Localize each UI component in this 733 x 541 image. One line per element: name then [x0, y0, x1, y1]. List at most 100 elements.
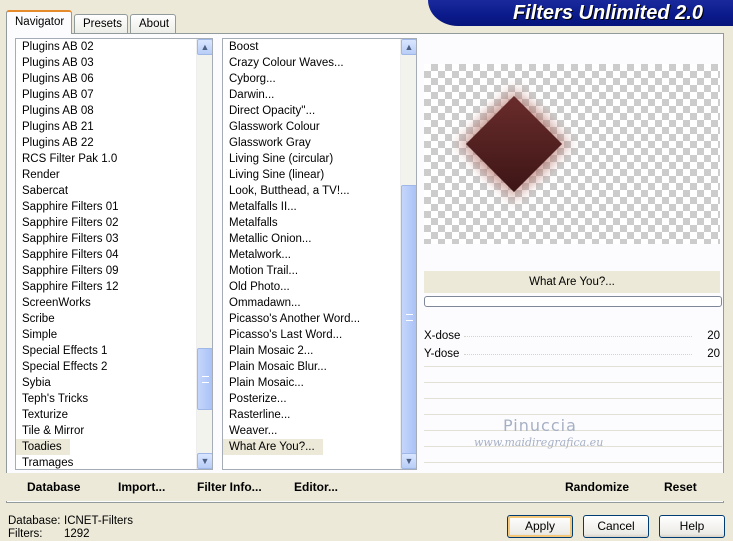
filter-info-button[interactable]: Filter Info...	[197, 473, 262, 501]
category-list-item[interactable]: Teph's Tricks	[16, 391, 196, 407]
category-list-item[interactable]: Sabercat	[16, 183, 196, 199]
filter-list-item[interactable]: Plain Mosaic 2...	[223, 343, 400, 359]
status-database: Database: ICNET-Filters	[8, 515, 133, 528]
apply-button[interactable]: Apply	[507, 515, 573, 538]
param-value: 20	[707, 330, 720, 342]
filter-list-item[interactable]: Metallic Onion...	[223, 231, 400, 247]
filter-list-item[interactable]: Metalwork...	[223, 247, 400, 263]
category-list-item[interactable]: Scribe	[16, 311, 196, 327]
filter-list-item[interactable]: Living Sine (circular)	[223, 151, 400, 167]
filter-list[interactable]: Boost Crazy Colour Waves... Cyborg... Darwi…	[222, 38, 417, 470]
tab-presets[interactable]: Presets	[74, 14, 128, 34]
filter-list-item[interactable]: Glasswork Gray	[223, 135, 400, 151]
filter-scrollbar[interactable]: ▲ ▼	[400, 39, 416, 469]
scroll-thumb[interactable]	[401, 185, 416, 455]
scroll-up-icon[interactable]: ▲	[401, 39, 416, 55]
watermark-url: www.maidiregrafica.eu	[474, 436, 604, 449]
status-filters: Filters: 1292	[8, 528, 90, 541]
filter-list-item[interactable]: Metalfalls	[223, 215, 400, 231]
category-items: Plugins AB 02 Plugins AB 03 Plugins AB 06 P…	[16, 39, 196, 469]
param-slider[interactable]	[464, 354, 692, 355]
category-list-item[interactable]: Tramages	[16, 455, 196, 469]
preview-canvas	[424, 64, 720, 244]
scroll-grip-icon	[406, 314, 413, 321]
category-list-item[interactable]: Sapphire Filters 12	[16, 279, 196, 295]
filter-list-item[interactable]: Plain Mosaic Blur...	[223, 359, 400, 375]
action-bar: Database Import... Filter Info... Editor…	[6, 473, 724, 501]
filter-list-item[interactable]: Picasso's Last Word...	[223, 327, 400, 343]
category-list-item[interactable]: Special Effects 1	[16, 343, 196, 359]
category-list-item[interactable]: Tile & Mirror	[16, 423, 196, 439]
category-list-item[interactable]: Plugins AB 22	[16, 135, 196, 151]
status-label: Filters:	[8, 528, 43, 540]
filter-list-item[interactable]: Picasso's Another Word...	[223, 311, 400, 327]
category-list-item[interactable]: Sapphire Filters 04	[16, 247, 196, 263]
category-list-item[interactable]: Render	[16, 167, 196, 183]
category-list-item[interactable]: Special Effects 2	[16, 359, 196, 375]
filter-list-item[interactable]: Look, Butthead, a TV!...	[223, 183, 400, 199]
filter-list-item[interactable]: Motion Trail...	[223, 263, 400, 279]
category-list-item[interactable]: Plugins AB 07	[16, 87, 196, 103]
category-list-item[interactable]: Plugins AB 06	[16, 71, 196, 87]
scroll-down-icon[interactable]: ▼	[401, 453, 416, 469]
filter-list-item[interactable]: Ommadawn...	[223, 295, 400, 311]
category-scrollbar[interactable]: ▲ ▼	[196, 39, 212, 469]
filter-list-item[interactable]: Old Photo...	[223, 279, 400, 295]
filter-list-item[interactable]: Posterize...	[223, 391, 400, 407]
param-x-dose[interactable]: X-dose 20	[424, 328, 722, 345]
status-label: Database:	[8, 515, 61, 527]
category-list-item[interactable]: Sapphire Filters 02	[16, 215, 196, 231]
param-label: Y-dose	[424, 348, 460, 360]
category-list-item[interactable]: Plugins AB 03	[16, 55, 196, 71]
tab-navigator[interactable]: Navigator	[6, 10, 72, 34]
category-list-item[interactable]: Toadies	[16, 439, 70, 455]
category-list[interactable]: Plugins AB 02 Plugins AB 03 Plugins AB 06 P…	[15, 38, 213, 470]
import-button[interactable]: Import...	[118, 473, 165, 501]
status-value: 1292	[64, 528, 90, 540]
scroll-grip-icon	[202, 376, 209, 383]
filter-list-item[interactable]: Weaver...	[223, 423, 400, 439]
filter-list-item[interactable]: Darwin...	[223, 87, 400, 103]
category-list-item[interactable]: RCS Filter Pak 1.0	[16, 151, 196, 167]
filter-items: Boost Crazy Colour Waves... Cyborg... Darwi…	[223, 39, 400, 455]
category-list-item[interactable]: Simple	[16, 327, 196, 343]
category-list-item[interactable]: ScreenWorks	[16, 295, 196, 311]
param-y-dose[interactable]: Y-dose 20	[424, 346, 722, 363]
filter-list-item[interactable]: Metalfalls II...	[223, 199, 400, 215]
filter-list-item[interactable]: Living Sine (linear)	[223, 167, 400, 183]
progress-bar	[424, 296, 722, 307]
category-list-item[interactable]: Sapphire Filters 09	[16, 263, 196, 279]
param-slot	[424, 382, 722, 383]
scroll-down-icon[interactable]: ▼	[197, 453, 212, 469]
category-list-item[interactable]: Sapphire Filters 01	[16, 199, 196, 215]
category-list-item[interactable]: Sybia	[16, 375, 196, 391]
category-list-item[interactable]: Plugins AB 21	[16, 119, 196, 135]
help-button[interactable]: Help	[659, 515, 725, 538]
category-list-item[interactable]: Plugins AB 08	[16, 103, 196, 119]
main-panel: Plugins AB 02 Plugins AB 03 Plugins AB 06 P…	[6, 33, 724, 503]
cancel-button[interactable]: Cancel	[583, 515, 649, 538]
param-slider[interactable]	[464, 336, 692, 337]
filter-list-item[interactable]: Boost	[223, 39, 400, 55]
param-value: 20	[707, 348, 720, 360]
category-list-item[interactable]: Sapphire Filters 03	[16, 231, 196, 247]
param-slot	[424, 398, 722, 399]
watermark-name: Pinuccia	[503, 416, 577, 435]
scroll-thumb[interactable]	[197, 348, 212, 410]
category-list-item[interactable]: Texturize	[16, 407, 196, 423]
filter-list-item[interactable]: Direct Opacity''...	[223, 103, 400, 119]
filter-list-item[interactable]: Cyborg...	[223, 71, 400, 87]
randomize-button[interactable]: Randomize	[565, 473, 629, 501]
filter-list-item[interactable]: Rasterline...	[223, 407, 400, 423]
category-list-item[interactable]: Plugins AB 02	[16, 39, 196, 55]
status-value: ICNET-Filters	[64, 515, 133, 527]
scroll-up-icon[interactable]: ▲	[197, 39, 212, 55]
reset-button[interactable]: Reset	[664, 473, 697, 501]
database-button[interactable]: Database	[27, 473, 80, 501]
filter-list-item[interactable]: Crazy Colour Waves...	[223, 55, 400, 71]
tab-about[interactable]: About	[130, 14, 176, 34]
filter-list-item[interactable]: Plain Mosaic...	[223, 375, 400, 391]
filter-list-item[interactable]: What Are You?...	[223, 439, 323, 455]
filter-list-item[interactable]: Glasswork Colour	[223, 119, 400, 135]
editor-button[interactable]: Editor...	[294, 473, 338, 501]
